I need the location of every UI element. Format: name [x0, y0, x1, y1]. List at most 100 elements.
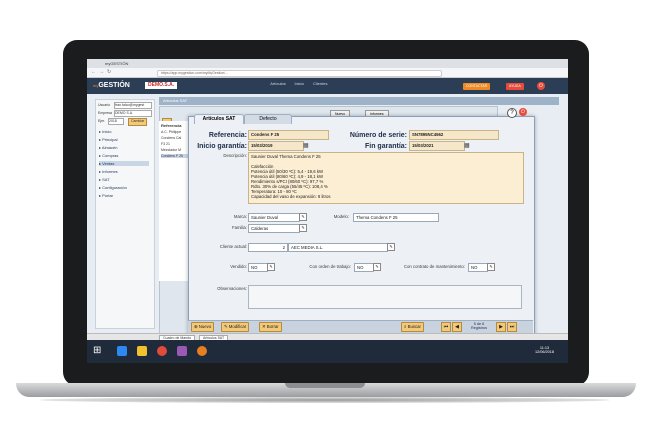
change-button[interactable]: Cambiar [128, 118, 148, 126]
referencia-label: Referencia: [208, 132, 247, 139]
year-field[interactable]: 2018 [108, 118, 124, 125]
firefox-icon[interactable] [197, 346, 207, 356]
fin-garantia-label: Fin garantía: [364, 143, 407, 150]
laptop-shadow [40, 397, 610, 403]
cliente-code-field[interactable]: 2 [248, 243, 288, 252]
modelo-label: Modelo: [333, 214, 349, 219]
sidebar-item-inicio[interactable]: ▸ Inicio [99, 129, 111, 134]
list-item[interactable]: A.C. Philippe [161, 130, 181, 134]
observaciones-textarea[interactable] [248, 285, 522, 309]
record-counter: 5 de 6 Registros [470, 322, 488, 330]
background-window-title: Artículos SAT [163, 98, 188, 103]
list-item[interactable]: F3 21 [161, 142, 170, 146]
list-item[interactable]: Mezclador M [161, 148, 181, 152]
browser-tab[interactable]: myGESTIÓN [105, 61, 128, 66]
reload-icon[interactable]: ↻ [107, 69, 111, 75]
top-nav-item[interactable]: Artículos [270, 81, 286, 86]
help-icon[interactable]: ? [507, 108, 517, 118]
company-label: Empresa [98, 111, 113, 115]
list-header: Referencia [161, 123, 182, 128]
marca-field[interactable]: Saunier Duval [248, 213, 300, 222]
calendar-icon[interactable]: ▦ [464, 142, 470, 149]
sidebar-item-portar[interactable]: ▸ Portar [99, 193, 113, 198]
clock: 11:13 12/06/2018 [535, 346, 555, 354]
sidebar-item-compras[interactable]: ▸ Compras [99, 153, 118, 158]
url-input[interactable]: https://app.mygestion.com/myMyGestion/..… [157, 70, 442, 77]
vendido-label: Vendido: [230, 264, 247, 269]
address-bar: ← → ↻ https://app.mygestion.com/myMyGest… [87, 68, 568, 78]
first-record-icon[interactable]: ⏮ [441, 322, 451, 332]
modelo-field[interactable]: Thema Condens F 25 [353, 213, 439, 222]
tab-articulos-sat[interactable]: Artículos SAT [194, 114, 244, 124]
orden-field[interactable]: NO [354, 263, 374, 272]
windows-start-icon[interactable]: ⊞ [93, 345, 101, 356]
laptop-notch [285, 383, 365, 388]
user-field[interactable]: fran.falco@mygest [114, 102, 152, 109]
edit-icon[interactable]: ✎ [299, 213, 307, 221]
company-field[interactable]: DEMO S.A. [114, 110, 152, 117]
help-button[interactable]: AYUDA [506, 83, 524, 90]
sidebar-item-almacen[interactable]: ▸ Almacén [99, 145, 117, 150]
chrome-icon[interactable] [157, 346, 167, 356]
descripcion-line: Capacidad del vaso de expansión: 8 litro… [251, 194, 331, 199]
buscar-button[interactable]: ⌕ Buscar [401, 322, 424, 332]
inicio-garantia-field[interactable]: 15/03/2019 [248, 141, 304, 151]
sidebar-item-sat[interactable]: ▸ SAT [99, 177, 110, 182]
power-icon[interactable]: ⏻ [537, 82, 545, 90]
year-label: Ejer. [98, 119, 106, 123]
inicio-garantia-label: Inicio garantía: [197, 143, 247, 150]
article-modal [188, 116, 535, 344]
app-logo: myGESTIÓN [93, 82, 130, 89]
descripcion-textarea[interactable]: Saunier Duval Thema Condens F 25 Calefac… [248, 152, 524, 204]
ie-icon[interactable] [117, 346, 127, 356]
cliente-label: Cliente actual: [219, 244, 247, 249]
fin-garantia-field[interactable]: 15/03/2021 [409, 141, 465, 151]
sidebar-item-configuracion[interactable]: ▸ Configuración [99, 185, 127, 190]
sidebar-item-informes[interactable]: ▸ Informes [99, 169, 118, 174]
top-nav: Artículos Inicio Clientes [270, 81, 332, 86]
screen: myGESTIÓN ← → ↻ https://app.mygestion.co… [87, 59, 568, 363]
sidebar-item-ventas[interactable]: ▸ Ventas [99, 161, 149, 166]
nuevo-button[interactable]: ⊕ Nuevo [191, 322, 215, 332]
top-nav-item[interactable]: Clientes [312, 81, 328, 86]
app-header: myGESTIÓN DEMO.S.A. Artículos Inicio Cli… [87, 78, 568, 94]
app-icon[interactable] [177, 346, 187, 356]
forward-icon[interactable]: → [99, 69, 104, 75]
vendido-field[interactable]: NO [248, 263, 268, 272]
referencia-field[interactable]: Condens F 25 [248, 130, 329, 140]
folder-icon[interactable] [137, 346, 147, 356]
edit-icon[interactable]: ✎ [387, 243, 395, 251]
tab-defecto[interactable]: Defecto [244, 114, 292, 124]
orden-label: Con orden de trabajo: [309, 264, 351, 269]
edit-icon[interactable]: ✎ [373, 263, 381, 271]
user-label: Usuario [98, 103, 111, 107]
serie-field[interactable]: SN7895NC4562 [409, 130, 499, 140]
cliente-name-field[interactable]: AEC MEDIA S.L. [288, 243, 388, 252]
contact-button[interactable]: CONTACTAR [463, 83, 491, 90]
edit-icon[interactable]: ✎ [267, 263, 275, 271]
sidebar-item-principal[interactable]: ▸ Principal [99, 137, 117, 142]
familia-label: Familia: [231, 225, 247, 230]
background-window-titlebar: Artículos SAT [159, 97, 559, 105]
top-nav-item[interactable]: Inicio [291, 81, 307, 86]
back-icon[interactable]: ← [91, 69, 96, 75]
last-record-icon[interactable]: ⏭ [507, 322, 517, 332]
marca-label: Marca: [233, 214, 247, 219]
observaciones-label: Observaciones: [217, 286, 247, 291]
company-badge: DEMO.S.A. [145, 82, 178, 89]
serie-label: Número de serie: [349, 132, 407, 139]
contrato-field[interactable]: NO [468, 263, 488, 272]
next-record-icon[interactable]: ▶ [496, 322, 506, 332]
borrar-button[interactable]: ✕ Borrar [259, 322, 282, 332]
os-taskbar: ⊞ 11:13 12/06/2018 [87, 340, 568, 363]
familia-field[interactable]: Calderas [248, 224, 300, 233]
modificar-button[interactable]: ✎ Modificar [221, 322, 250, 332]
calendar-icon[interactable]: ▦ [303, 142, 309, 149]
edit-icon[interactable]: ✎ [299, 224, 307, 232]
edit-icon[interactable]: ✎ [487, 263, 495, 271]
browser-tab-strip: myGESTIÓN [87, 59, 568, 68]
sidebar: Usuario fran.falco@mygest Empresa DEMO S… [95, 99, 155, 329]
list-item[interactable]: Condens Cal [161, 136, 181, 140]
close-icon[interactable]: ⏻ [519, 108, 527, 116]
prev-record-icon[interactable]: ◀ [452, 322, 462, 332]
